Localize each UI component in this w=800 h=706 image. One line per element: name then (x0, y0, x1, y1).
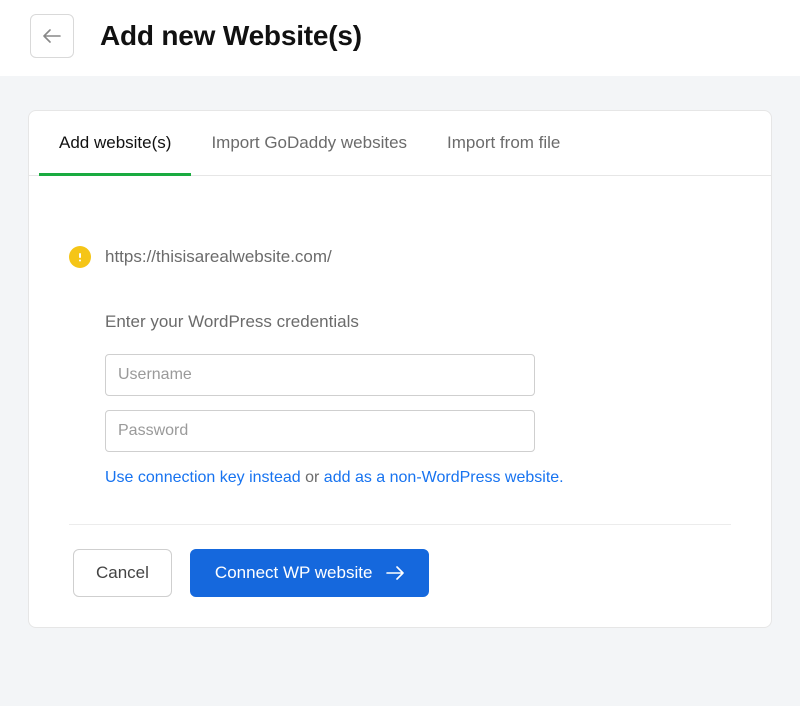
page-header: Add new Website(s) (0, 0, 800, 76)
password-field[interactable] (105, 410, 535, 452)
page-title: Add new Website(s) (100, 20, 362, 52)
arrow-left-icon (43, 29, 61, 43)
use-connection-key-link[interactable]: Use connection key instead (105, 469, 301, 486)
divider (69, 524, 731, 525)
tab-add-websites[interactable]: Add website(s) (39, 111, 191, 176)
card-body: https://thisisarealwebsite.com/ Enter yo… (29, 176, 771, 627)
username-field[interactable] (105, 354, 535, 396)
form-instruction: Enter your WordPress credentials (105, 312, 569, 332)
credentials-form: Enter your WordPress credentials Use con… (69, 312, 569, 490)
add-non-wp-link[interactable]: add as a non-WordPress website. (324, 469, 564, 486)
connect-button-label: Connect WP website (215, 563, 372, 583)
tab-import-file[interactable]: Import from file (427, 111, 580, 176)
tab-import-godaddy[interactable]: Import GoDaddy websites (191, 111, 427, 176)
or-text: or (301, 469, 324, 486)
help-line: Use connection key instead or add as a n… (105, 466, 569, 490)
warning-icon (69, 246, 91, 268)
actions-row: Cancel Connect WP website (69, 549, 731, 597)
site-row: https://thisisarealwebsite.com/ (69, 246, 731, 268)
site-url: https://thisisarealwebsite.com/ (105, 247, 332, 267)
content-area: Add website(s) Import GoDaddy websites I… (0, 76, 800, 706)
tabs: Add website(s) Import GoDaddy websites I… (29, 111, 771, 176)
main-card: Add website(s) Import GoDaddy websites I… (28, 110, 772, 628)
back-button[interactable] (30, 14, 74, 58)
connect-button[interactable]: Connect WP website (190, 549, 429, 597)
cancel-button[interactable]: Cancel (73, 549, 172, 597)
arrow-right-icon (386, 566, 404, 580)
